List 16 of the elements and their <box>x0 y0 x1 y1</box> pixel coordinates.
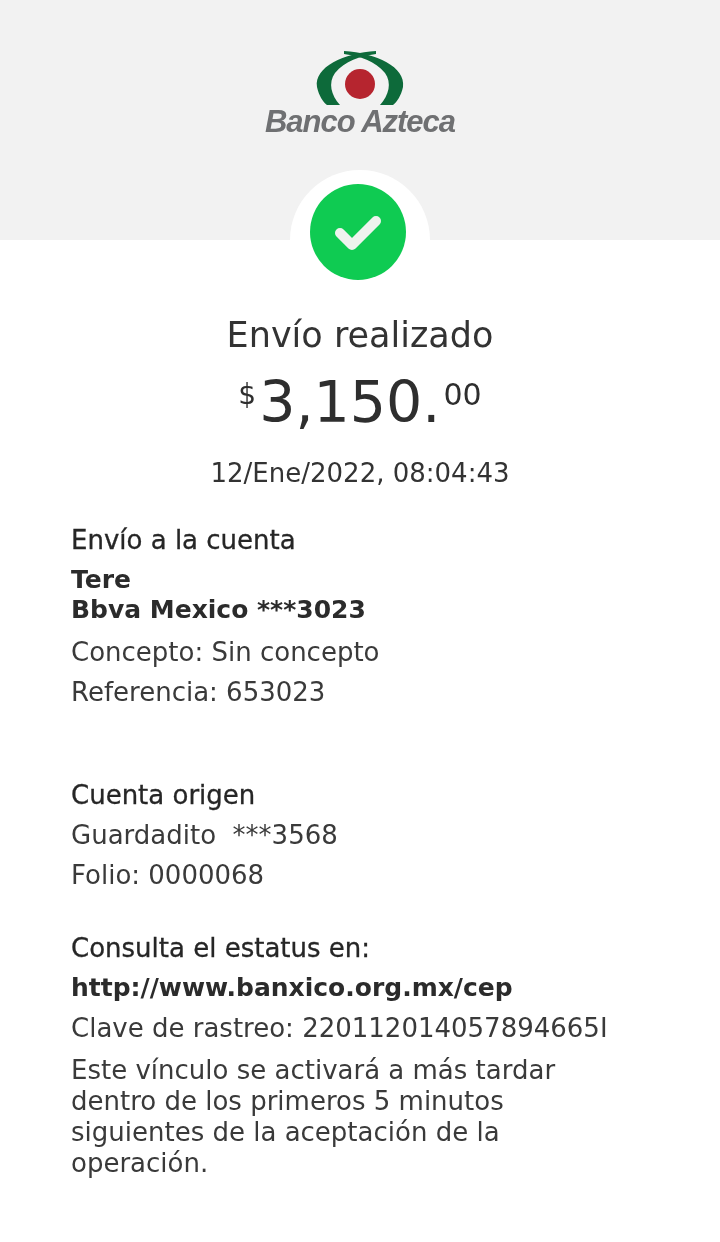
recipient-account: Bbva Mexico ***3023 <box>71 595 366 625</box>
logo-emblem-icon <box>314 50 406 106</box>
logo-text: Banco Azteca <box>264 106 456 138</box>
note-text: Este vínculo se activará a más tardar dentro de los primeros 5 minutos siguientes de la aceptación de la operación. <box>71 1055 557 1179</box>
detail-text: Referencia: 653023 <box>71 676 326 709</box>
detail-text: Folio: 0000068 <box>71 859 265 892</box>
section-heading: Consulta el estatus en: <box>71 932 371 965</box>
tracking-key-text: Clave de rastreo: 220112014057894665I <box>71 1012 608 1045</box>
detail-text: Concepto: Sin concepto <box>71 636 380 669</box>
status-title: Envío realizado <box>225 315 495 355</box>
status-link[interactable]: http://www.banxico.org.mx/cep <box>71 968 513 1008</box>
detail-text: Guardadito ***3568 <box>71 819 338 852</box>
section-heading: Envío a la cuenta <box>71 524 296 557</box>
recipient-name: Tere <box>71 565 131 595</box>
date-time-text: 12/Ene/2022, 08:04:43 <box>209 457 511 490</box>
section-heading: Cuenta origen <box>71 779 256 812</box>
